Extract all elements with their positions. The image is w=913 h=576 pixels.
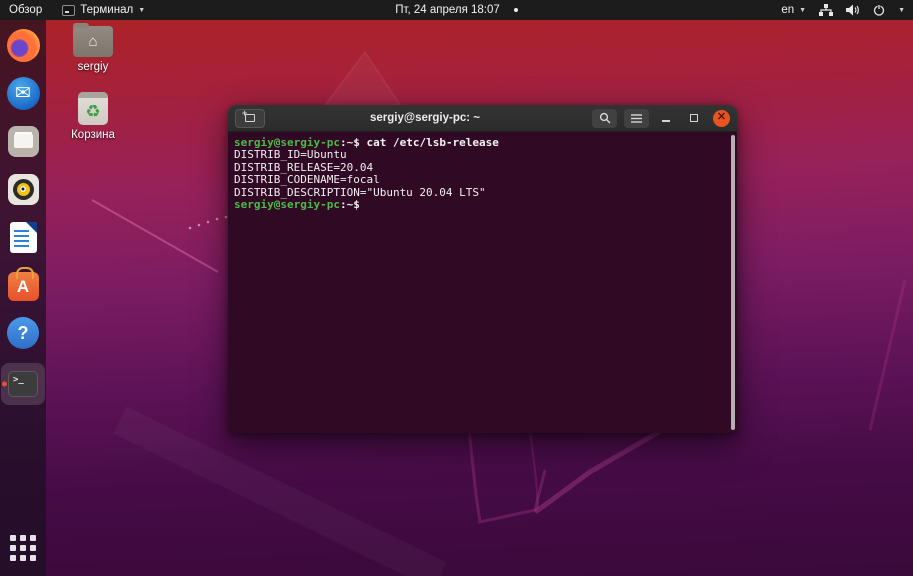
dock-item-terminal[interactable]: >_	[1, 363, 45, 405]
dock-item-rhythmbox[interactable]	[1, 171, 45, 207]
maximize-button[interactable]	[683, 109, 705, 128]
rhythmbox-icon	[8, 174, 39, 205]
show-applications-grid-icon	[10, 535, 36, 561]
search-button[interactable]	[592, 109, 617, 128]
search-icon	[599, 112, 611, 124]
terminal-content[interactable]: sergiy@sergiy-pc:~$ cat /etc/lsb-release…	[228, 132, 737, 433]
chevron-down-icon: ▼	[138, 7, 145, 14]
hamburger-icon	[631, 114, 642, 123]
dock-item-files[interactable]	[1, 123, 45, 159]
running-indicator-dot	[2, 382, 7, 387]
power-icon[interactable]	[873, 4, 885, 16]
volume-icon[interactable]	[846, 4, 860, 16]
close-icon: ✕	[717, 112, 726, 123]
home-folder-icon: ⌂	[73, 26, 113, 57]
trash-icon: ♻	[78, 92, 108, 125]
libreoffice-writer-icon	[10, 222, 37, 253]
app-menu[interactable]: Терминал ▼	[62, 0, 145, 20]
activities-label: Обзор	[9, 4, 42, 16]
thunderbird-icon	[7, 77, 40, 110]
terminal-command: cat /etc/lsb-release	[366, 136, 498, 149]
system-menu-chevron-icon[interactable]: ▼	[898, 7, 905, 14]
terminal-output-line: DISTRIB_ID=Ubuntu	[234, 149, 727, 161]
activities-button[interactable]: Обзор	[9, 0, 42, 20]
terminal-titlebar[interactable]: sergiy@sergiy-pc: ~ ✕	[228, 105, 737, 132]
dock: A ? >_	[0, 20, 46, 576]
terminal-app-icon	[62, 5, 75, 16]
help-icon: ?	[7, 317, 39, 349]
show-applications-button[interactable]	[1, 530, 45, 566]
dock-item-help[interactable]: ?	[1, 315, 45, 351]
clock-button[interactable]: Пт, 24 апреля 18:07	[395, 4, 500, 16]
terminal-prompt-line: sergiy@sergiy-pc:~$	[234, 199, 727, 211]
files-icon	[8, 126, 39, 157]
notification-dot	[514, 8, 518, 12]
minimize-button[interactable]	[655, 109, 677, 128]
new-tab-button[interactable]	[235, 109, 265, 128]
desktop-icon-label: sergiy	[78, 61, 109, 73]
maximize-icon	[690, 114, 698, 122]
keyboard-layout-label: en	[781, 4, 794, 16]
terminal-output-line: DISTRIB_CODENAME=focal	[234, 174, 727, 186]
desktop-icon-trash[interactable]: ♻ Корзина	[60, 92, 126, 141]
window-title: sergiy@sergiy-pc: ~	[265, 112, 585, 124]
chevron-down-icon: ▼	[799, 7, 806, 14]
menu-button[interactable]	[624, 109, 649, 128]
dock-item-firefox[interactable]	[1, 27, 45, 63]
desktop-root: Обзор Терминал ▼ Пт, 24 апреля 18:07 en …	[0, 0, 913, 576]
terminal-icon: >_	[8, 371, 38, 397]
ubuntu-software-icon: A	[8, 272, 39, 301]
network-icon[interactable]	[819, 4, 833, 16]
terminal-window: sergiy@sergiy-pc: ~ ✕ sergiy@sergiy-pc:~…	[228, 105, 737, 433]
dock-item-ubuntu-software[interactable]: A	[1, 267, 45, 303]
minimize-icon	[662, 120, 670, 122]
desktop-icon-label: Корзина	[71, 129, 115, 141]
keyboard-layout-indicator[interactable]: en ▼	[781, 0, 806, 20]
top-bar: Обзор Терминал ▼ Пт, 24 апреля 18:07 en …	[0, 0, 913, 20]
terminal-scrollbar[interactable]	[731, 135, 735, 430]
desktop-icon-home-folder[interactable]: ⌂ sergiy	[60, 26, 126, 73]
dock-item-thunderbird[interactable]	[1, 75, 45, 111]
new-tab-icon	[245, 114, 255, 122]
firefox-icon	[7, 29, 40, 62]
close-button[interactable]: ✕	[713, 110, 730, 127]
app-menu-label: Терминал	[80, 4, 133, 16]
dock-item-libreoffice-writer[interactable]	[1, 219, 45, 255]
